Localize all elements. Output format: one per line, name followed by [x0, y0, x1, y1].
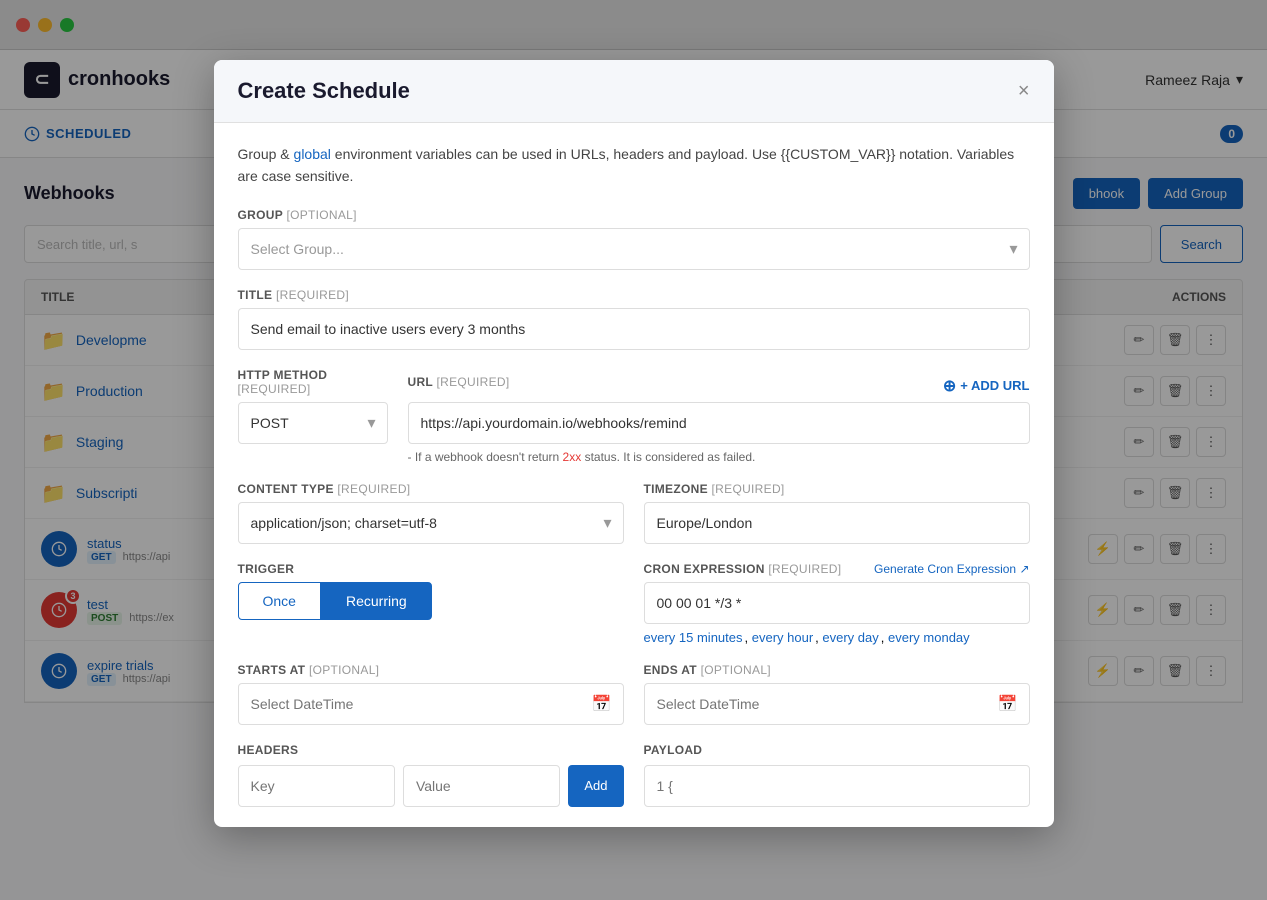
starts-at-wrapper: 📅 [238, 683, 624, 725]
ends-at-group: ENDS AT [OPTIONAL] 📅 [644, 663, 1030, 725]
cron-group: CRON EXPRESSION [REQUIRED] Generate Cron… [644, 562, 1030, 645]
starts-at-label: STARTS AT [OPTIONAL] [238, 663, 624, 677]
modal-overlay[interactable]: Create Schedule × Group & global environ… [0, 0, 1267, 900]
modal-header: Create Schedule × [214, 60, 1054, 123]
cron-day-link[interactable]: every day [822, 630, 878, 645]
trigger-group: TRIGGER Once Recurring [238, 562, 624, 645]
cron-15min-link[interactable]: every 15 minutes [644, 630, 743, 645]
url-method-group: HTTP METHOD [REQUIRED] POST GET PUT PATC… [238, 368, 1030, 464]
add-url-button[interactable]: ⊕ + ADD URL [943, 376, 1030, 396]
modal-body: Group & global environment variables can… [214, 123, 1054, 827]
ends-at-input[interactable] [644, 683, 1030, 725]
group-select[interactable]: Select Group... [238, 228, 1030, 270]
ends-at-wrapper: 📅 [644, 683, 1030, 725]
payload-input[interactable] [644, 765, 1030, 807]
http-method-select[interactable]: POST GET PUT PATCH DELETE [238, 402, 388, 444]
dates-row: STARTS AT [OPTIONAL] 📅 ENDS AT [OPTIONAL… [238, 663, 1030, 725]
cron-monday-link[interactable]: every monday [888, 630, 970, 645]
url-input[interactable] [408, 402, 1030, 444]
title-label: TITLE [REQUIRED] [238, 288, 1030, 302]
content-type-select[interactable]: application/json; charset=utf-8 [238, 502, 624, 544]
generate-cron-link[interactable]: Generate Cron Expression ↗ [874, 562, 1029, 576]
add-header-button[interactable]: Add [568, 765, 623, 807]
starts-at-input[interactable] [238, 683, 624, 725]
group-label: GROUP [OPTIONAL] [238, 208, 1030, 222]
ends-at-label: ENDS AT [OPTIONAL] [644, 663, 1030, 677]
trigger-buttons: Once Recurring [238, 582, 624, 620]
global-link[interactable]: global [294, 146, 331, 162]
content-type-group: CONTENT TYPE [REQUIRED] application/json… [238, 482, 624, 544]
group-select-wrapper: Select Group... ▾ [238, 228, 1030, 270]
payload-label: PAYLOAD [644, 743, 1030, 757]
headers-group: HEADERS Add [238, 743, 624, 807]
trigger-label: TRIGGER [238, 562, 624, 576]
title-input[interactable] [238, 308, 1030, 350]
payload-group: PAYLOAD [644, 743, 1030, 807]
http-method-wrapper: POST GET PUT PATCH DELETE ▾ [238, 402, 388, 444]
info-text: Group & global environment variables can… [238, 143, 1030, 188]
starts-at-group: STARTS AT [OPTIONAL] 📅 [238, 663, 624, 725]
title-field: TITLE [REQUIRED] [238, 288, 1030, 350]
cron-label-row: CRON EXPRESSION [REQUIRED] Generate Cron… [644, 562, 1030, 576]
content-timezone-row: CONTENT TYPE [REQUIRED] application/json… [238, 482, 1030, 544]
timezone-group: TIMEZONE [REQUIRED] [644, 482, 1030, 544]
timezone-label: TIMEZONE [REQUIRED] [644, 482, 1030, 496]
content-type-wrapper: application/json; charset=utf-8 ▾ [238, 502, 624, 544]
cron-hour-link[interactable]: every hour [752, 630, 813, 645]
trigger-recurring-button[interactable]: Recurring [321, 582, 432, 620]
trigger-once-button[interactable]: Once [238, 582, 321, 620]
content-type-label: CONTENT TYPE [REQUIRED] [238, 482, 624, 496]
modal-title: Create Schedule [238, 78, 410, 104]
header-key-input[interactable] [238, 765, 395, 807]
cron-label: CRON EXPRESSION [REQUIRED] [644, 562, 842, 576]
http-method-label: HTTP METHOD [REQUIRED] [238, 368, 388, 396]
headers-label: HEADERS [238, 743, 624, 757]
modal-close-button[interactable]: × [1018, 81, 1030, 101]
trigger-cron-row: TRIGGER Once Recurring CRON EXPRESSION [… [238, 562, 1030, 645]
headers-payload-row: HEADERS Add PAYLOAD [238, 743, 1030, 807]
group-field: GROUP [OPTIONAL] Select Group... ▾ [238, 208, 1030, 270]
header-value-input[interactable] [403, 765, 560, 807]
timezone-input[interactable] [644, 502, 1030, 544]
create-schedule-modal: Create Schedule × Group & global environ… [214, 60, 1054, 827]
url-label: URL [REQUIRED] [408, 375, 510, 389]
cron-suggestions: every 15 minutes, every hour, every day,… [644, 630, 1030, 645]
url-label-row: URL [REQUIRED] ⊕ + ADD URL [408, 368, 1030, 396]
cron-input[interactable] [644, 582, 1030, 624]
webhook-note: - If a webhook doesn't return 2xx status… [408, 450, 1030, 464]
